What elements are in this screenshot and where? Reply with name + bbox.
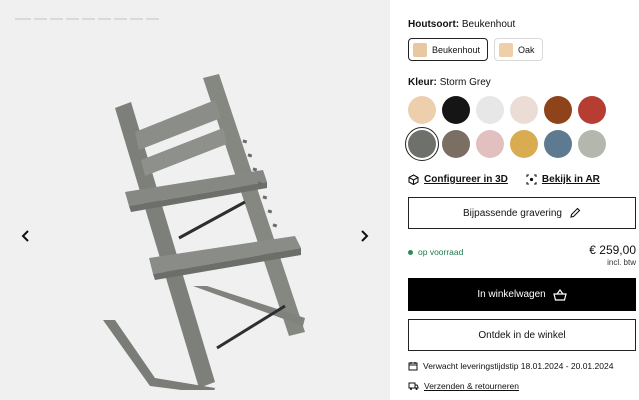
price-amount: € 259,00 xyxy=(589,243,636,257)
color-swatch-whitewash[interactable] xyxy=(510,96,538,124)
shopping-basket-icon xyxy=(552,288,567,301)
cube-3d-icon xyxy=(408,174,419,185)
wood-type-selector: Beukenhout Oak xyxy=(408,38,543,61)
product-gallery xyxy=(0,0,390,400)
gallery-next-button[interactable] xyxy=(354,226,374,246)
color-swatch-warm-red[interactable] xyxy=(578,96,606,124)
product-image xyxy=(103,74,305,390)
delivery-estimate: Verwacht leveringstijdstip 18.01.2024 - … xyxy=(408,361,613,371)
stock-status-dot-icon xyxy=(408,249,413,255)
shipping-returns-link[interactable]: Verzenden & retourneren xyxy=(408,381,519,391)
color-swatch-white[interactable] xyxy=(476,96,504,124)
stock-status: op voorraad xyxy=(408,247,463,257)
engraving-button[interactable]: Bijpassende gravering xyxy=(408,197,636,229)
color-swatch-grid xyxy=(405,96,639,161)
view-options-row: Configureer in 3D Bekijk in AR xyxy=(408,174,600,185)
color-swatch-slate-blue[interactable] xyxy=(544,130,572,158)
color-swatch-golden-yellow[interactable] xyxy=(510,130,538,158)
pencil-icon xyxy=(570,207,581,218)
color-value: Storm Grey xyxy=(439,77,491,88)
wood-type-label: Houtsoort: Beukenhout xyxy=(408,19,516,30)
calendar-icon xyxy=(408,362,418,371)
color-swatch-cognac[interactable] xyxy=(544,96,572,124)
wood-swatch xyxy=(499,42,514,57)
wood-type-value: Beukenhout xyxy=(461,19,516,30)
discover-store-button[interactable]: Ontdek in de winkel xyxy=(408,319,636,351)
color-swatch-storm-grey[interactable] xyxy=(405,127,439,161)
color-swatch-serene-pink[interactable] xyxy=(476,130,504,158)
wood-option-beukenhout[interactable]: Beukenhout xyxy=(408,38,489,61)
view-ar-link[interactable]: Bekijk in AR xyxy=(526,174,600,185)
delivery-truck-icon xyxy=(408,382,419,390)
chevron-right-icon xyxy=(361,230,369,242)
wood-option-label: Beukenhout xyxy=(432,44,481,55)
product-options-panel: Houtsoort: Beukenhout Beukenhout Oak Kle… xyxy=(405,0,639,400)
price-vat-note: incl. btw xyxy=(607,258,636,267)
color-swatch-natural[interactable] xyxy=(408,96,436,124)
wood-option-oak[interactable]: Oak xyxy=(494,38,543,61)
color-label: Kleur: Storm Grey xyxy=(408,77,491,88)
color-swatch-sage-green[interactable] xyxy=(578,130,606,158)
gallery-prev-button[interactable] xyxy=(16,226,36,246)
color-swatch-black[interactable] xyxy=(442,96,470,124)
color-swatch-walnut-brown[interactable] xyxy=(442,130,470,158)
gallery-progress-indicator xyxy=(15,18,159,20)
ar-scan-icon xyxy=(526,174,537,185)
configure-3d-link[interactable]: Configureer in 3D xyxy=(408,174,508,185)
chevron-left-icon xyxy=(21,230,29,242)
wood-option-label: Oak xyxy=(518,44,535,55)
wood-swatch xyxy=(413,42,427,57)
price-block: € 259,00 incl. btw xyxy=(589,243,636,267)
add-to-cart-button[interactable]: In winkelwagen xyxy=(408,278,636,311)
